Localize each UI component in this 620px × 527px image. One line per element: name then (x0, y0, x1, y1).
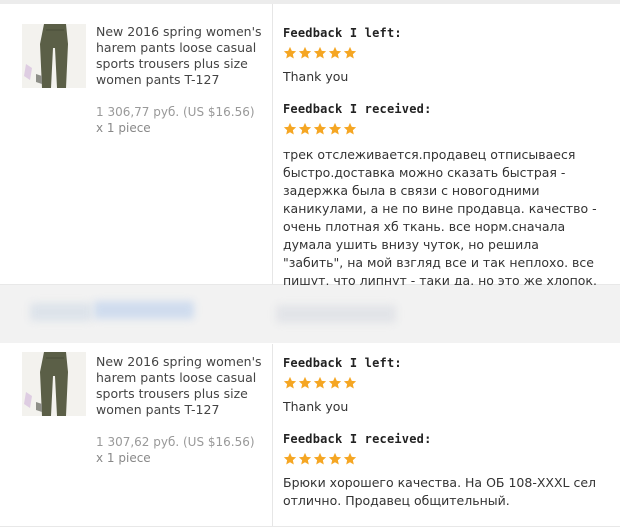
star-icon (313, 452, 327, 465)
star-icon (343, 376, 357, 389)
star-icon (328, 46, 342, 59)
star-icon (313, 376, 327, 389)
feedback-panel: Feedback I left: Thank you Feedback I re… (272, 4, 620, 288)
star-icon (298, 46, 312, 59)
product-title[interactable]: New 2016 spring women's harem pants loos… (96, 354, 266, 418)
order-price: 1 307,62 руб. (US $16.56) (96, 435, 255, 449)
star-icon (298, 376, 312, 389)
star-icon (313, 46, 327, 59)
order-price: 1 306,77 руб. (US $16.56) (96, 105, 255, 119)
product-thumbnail[interactable] (22, 352, 86, 416)
feedback-record: New 2016 spring women's harem pants loos… (0, 4, 620, 288)
product-info: New 2016 spring women's harem pants loos… (0, 4, 272, 284)
star-icon (343, 122, 357, 135)
feedback-received-header: Feedback I received: (283, 102, 432, 116)
feedback-received-rating (283, 122, 357, 138)
star-icon (283, 122, 297, 135)
product-thumbnail[interactable] (22, 24, 86, 88)
feedback-left-header: Feedback I left: (283, 356, 402, 370)
star-icon (298, 122, 312, 135)
blurred-content (276, 305, 396, 323)
feedback-panel: Feedback I left: Thank you Feedback I re… (272, 344, 620, 526)
order-quantity: x 1 piece (96, 451, 151, 465)
star-icon (343, 46, 357, 59)
record-divider (0, 285, 620, 343)
product-info: New 2016 spring women's harem pants loos… (0, 344, 272, 526)
feedback-left-text: Thank you (283, 69, 349, 84)
product-title[interactable]: New 2016 spring women's harem pants loos… (96, 24, 266, 88)
feedback-received-header: Feedback I received: (283, 432, 432, 446)
feedback-received-rating (283, 452, 357, 468)
star-icon (328, 122, 342, 135)
feedback-left-rating (283, 46, 357, 62)
star-icon (328, 452, 342, 465)
blurred-content (30, 303, 92, 321)
star-icon (283, 452, 297, 465)
order-quantity: x 1 piece (96, 121, 151, 135)
feedback-record: New 2016 spring women's harem pants loos… (0, 344, 620, 527)
star-icon (298, 452, 312, 465)
pants-image-icon (22, 24, 86, 88)
feedback-received-text: Брюки хорошего качества. На ОБ 108-XXXL … (283, 475, 597, 508)
star-icon (313, 122, 327, 135)
feedback-received-text: трек отслеживается.продавец отписываеся … (283, 147, 597, 288)
feedback-left-header: Feedback I left: (283, 26, 402, 40)
star-icon (328, 376, 342, 389)
pants-image-icon (22, 352, 86, 416)
feedback-left-text: Thank you (283, 399, 349, 414)
star-icon (283, 376, 297, 389)
blurred-content (94, 301, 194, 319)
feedback-left-rating (283, 376, 357, 392)
star-icon (283, 46, 297, 59)
star-icon (343, 452, 357, 465)
